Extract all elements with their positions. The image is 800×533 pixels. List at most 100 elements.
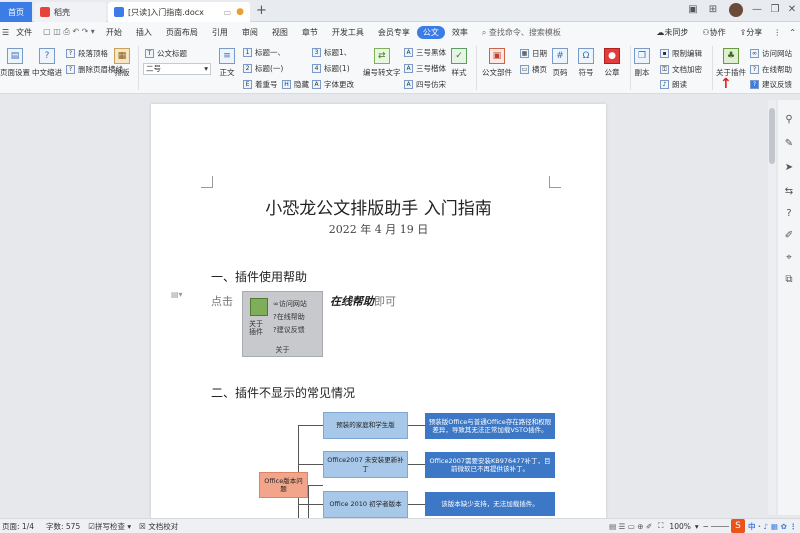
menu-gongwen[interactable]: 公文 <box>416 25 445 39</box>
heading-icon: 1 <box>243 48 252 57</box>
menu-member[interactable]: 会员专享 <box>371 27 417 38</box>
menu-chapter[interactable]: 章节 <box>295 27 325 38</box>
share-button[interactable]: ⇪分享 <box>733 27 770 38</box>
menu-view[interactable]: 视图 <box>265 27 295 38</box>
chinese-indent-button[interactable]: ? 中文缩进 <box>32 48 62 78</box>
pin-icon[interactable]: ⚲ <box>783 114 795 126</box>
header-band-button[interactable]: ▭ 横页 <box>520 64 547 75</box>
proofread[interactable]: ☒ 文档校对 <box>131 521 178 532</box>
menu-dev-tools[interactable]: 开发工具 <box>325 27 371 38</box>
window-layout-icon[interactable]: ▣ <box>686 4 700 18</box>
font-change-button[interactable]: A 字体更改 <box>312 79 354 90</box>
paragraph-top-button[interactable]: ? 段落顶格 <box>66 48 108 59</box>
menu-start[interactable]: 开始 <box>99 27 129 38</box>
avatar[interactable] <box>729 3 743 17</box>
page-num-button[interactable]: # 页码 <box>552 48 568 78</box>
visit-site-button[interactable]: ∞ 访问网站 <box>750 48 792 59</box>
hamburger-icon[interactable]: ☰ <box>0 28 16 37</box>
restore-icon[interactable]: ❐ <box>768 4 782 18</box>
hide-button[interactable]: H 隐藏 <box>282 79 309 90</box>
menu-insert[interactable]: 插入 <box>129 27 159 38</box>
tab-document[interactable]: [只读]入门指南.docx ▭ ● <box>108 2 250 22</box>
grid-icon[interactable]: ⊞ <box>706 4 720 18</box>
adjust-icon[interactable]: ⇆ <box>783 186 795 198</box>
font-kai-button[interactable]: A 三号楷体 <box>404 63 446 74</box>
zoom-dropdown-icon[interactable]: ▾ <box>695 522 703 531</box>
title-bar: 首页 稻壳 [只读]入门指南.docx ▭ ● + ▣ ⊞ — ❐ ✕ <box>0 0 800 22</box>
pen-icon[interactable]: ✎ <box>783 138 795 150</box>
document-page[interactable]: 小恐龙公文排版助手 入门指南 2022 年 4 月 19 日 一、插件使用帮助 … <box>151 104 606 518</box>
page-setup-button[interactable]: ▤ 页面设置 <box>0 48 30 78</box>
heading3-button[interactable]: 3 标题1、 <box>312 47 351 58</box>
more-icon[interactable]: ⋮ <box>769 28 785 37</box>
zoom-level[interactable]: 100% <box>669 522 694 531</box>
layout-button[interactable]: ▦ 排版 <box>114 48 130 78</box>
click-suffix-bold: 在线帮助 <box>330 295 374 308</box>
cursor-icon[interactable]: ➤ <box>783 162 795 174</box>
search-command[interactable]: ⌕ 查找命令、搜索模板 <box>475 27 568 38</box>
connector-line <box>298 464 323 465</box>
tab-home[interactable]: 首页 <box>0 2 32 22</box>
online-help-button[interactable]: ? 在线帮助 <box>750 64 792 75</box>
heading2-button[interactable]: 2 标题(一) <box>243 63 283 74</box>
menu-review[interactable]: 审阅 <box>235 27 265 38</box>
sync-status[interactable]: ☁未同步 <box>649 27 695 38</box>
close-icon[interactable]: ✕ <box>785 4 799 18</box>
ime-mode-icon[interactable]: 中 · ♪ ▦ ✿ ⋮ <box>745 521 800 532</box>
help-circle-icon[interactable]: ? <box>783 208 795 220</box>
menu-efficiency[interactable]: 效率 <box>445 27 475 38</box>
seal-button[interactable]: ● 公章 <box>604 48 620 78</box>
lock-icon: ▪ <box>660 49 669 58</box>
emphasis-button[interactable]: E 着重号 <box>243 79 278 90</box>
restrict-edit-button[interactable]: ▪ 限制编辑 <box>660 48 702 59</box>
date-button[interactable]: ▦ 日期 <box>520 48 547 59</box>
screen-icon[interactable]: ▭ <box>224 8 232 17</box>
num-to-text-button[interactable]: ⇄ 编号转文字 <box>363 48 401 78</box>
word-count[interactable]: 字数: 575 <box>34 521 80 532</box>
font-size-select[interactable]: 二号 ▾ <box>143 63 211 75</box>
style-check-icon: ✓ <box>451 48 467 64</box>
menu-page-layout[interactable]: 页面布局 <box>159 27 205 38</box>
fit-icon[interactable]: ⛶ <box>658 521 669 531</box>
page-indicator[interactable]: 页面: 1/4 <box>0 521 34 532</box>
style-button[interactable]: ✓ 样式 <box>451 48 467 78</box>
collab-button[interactable]: ⚇协作 <box>695 27 732 38</box>
menu-reference[interactable]: 引用 <box>205 27 235 38</box>
zoom-slider[interactable] <box>710 525 729 527</box>
toolbar-quick-icons[interactable]: ▢ ◫ ⎙ ↶ ↷ ▾ <box>39 27 99 37</box>
connector-line <box>408 464 425 465</box>
doc-title-button[interactable]: T 公文标题 <box>145 48 187 59</box>
menu-file[interactable]: 文件 <box>16 27 39 38</box>
new-tab-button[interactable]: + <box>256 3 267 18</box>
sogou-ime-icon[interactable]: S <box>730 519 745 533</box>
symbol-button[interactable]: Ω 符号 <box>578 48 594 78</box>
tab-home-label: 首页 <box>8 7 24 17</box>
num-to-text-label: 编号转文字 <box>363 68 401 77</box>
backup-icon[interactable]: ⧉ <box>783 274 795 286</box>
font-fang-button[interactable]: A 四号仿宋 <box>404 79 446 90</box>
heading1-button[interactable]: 1 标题一、 <box>243 47 285 58</box>
read-aloud-button[interactable]: ♪ 朗读 <box>660 79 687 90</box>
doc-parts-button[interactable]: ▣ 公文部件 <box>482 48 512 78</box>
heading2-label: 标题(一) <box>255 64 284 73</box>
heading4-button[interactable]: 4 标题(1) <box>312 63 350 74</box>
view-mode-icons[interactable]: ▤ ☰ ▭ ⊕ ✐ <box>609 522 658 531</box>
tab-docer[interactable]: 稻壳 <box>34 2 106 22</box>
spell-check[interactable]: ☑拼写检查 ▾ <box>80 521 131 532</box>
body-text-label: 正文 <box>219 68 235 77</box>
location-icon[interactable]: ⌖ <box>783 252 795 264</box>
paragraph-handle-icon[interactable]: ▤▾ <box>171 290 183 299</box>
minimize-icon[interactable]: — <box>750 4 764 18</box>
font-hei-button[interactable]: A 三号黑体 <box>404 47 446 58</box>
body-text-button[interactable]: ≡ 正文 <box>219 48 235 78</box>
edit-box-icon[interactable]: ✐ <box>783 230 795 242</box>
scrollbar-thumb[interactable] <box>769 108 775 164</box>
about-plugin-button[interactable]: ♣ 关于插件 <box>716 48 746 78</box>
collapse-ribbon-icon[interactable]: ⌃ <box>785 28 800 37</box>
doc-parts-label: 公文部件 <box>482 68 512 77</box>
copy-button[interactable]: ❐ 副本 <box>634 48 650 78</box>
doc-encrypt-label: 文档加密 <box>672 65 702 74</box>
doc-encrypt-button[interactable]: ⚿ 文档加密 <box>660 64 702 75</box>
feedback-button[interactable]: ? 建议反馈 <box>750 79 792 90</box>
zoom-out-icon[interactable]: − <box>703 522 711 531</box>
